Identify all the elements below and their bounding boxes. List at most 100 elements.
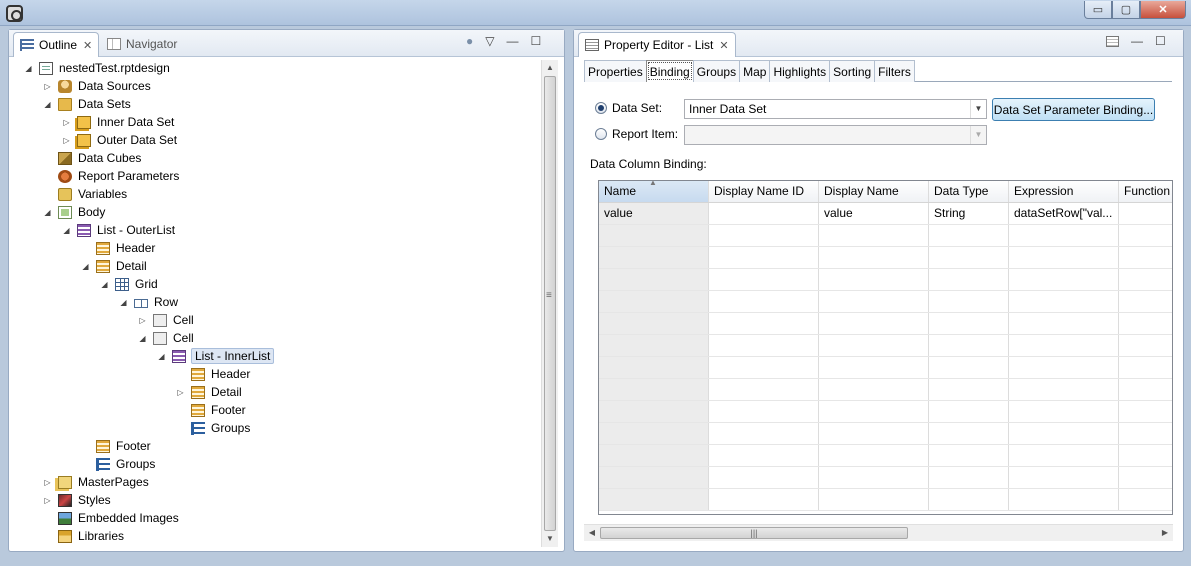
expand-icon[interactable]: ▷ — [42, 82, 53, 91]
tab-properties[interactable]: Properties — [584, 60, 647, 82]
tree-item-data-sources[interactable]: ▷ Data Sources — [42, 77, 152, 95]
column-header-data-type[interactable]: Data Type — [929, 181, 1009, 202]
data-set-option[interactable]: Data Set: — [595, 101, 662, 115]
tree-item-grid[interactable]: ◢ Grid — [99, 275, 159, 293]
tree-item-libraries[interactable]: Libraries — [42, 527, 125, 545]
tree-item-cell[interactable]: ▷ Cell — [137, 311, 195, 329]
tab-sorting[interactable]: Sorting — [829, 60, 876, 82]
band-icon — [191, 367, 205, 381]
column-header-display-name[interactable]: Display Name — [819, 181, 929, 202]
close-outline-tab-icon[interactable]: ✕ — [83, 39, 92, 52]
tree-item-data-cubes[interactable]: Data Cubes — [42, 149, 142, 167]
view-menu-icon[interactable]: ▽ — [485, 34, 494, 48]
tree-item-variables[interactable]: Variables — [42, 185, 128, 203]
expand-icon[interactable]: ▷ — [61, 136, 72, 145]
tab-navigator[interactable]: Navigator — [101, 32, 183, 56]
data-set-radio[interactable] — [595, 102, 607, 114]
cell-name[interactable]: value — [599, 203, 709, 224]
tree-item-detail[interactable]: ◢ Detail — [80, 257, 148, 275]
column-header-display-name-id[interactable]: Display Name ID — [709, 181, 819, 202]
maximize-window-button[interactable]: ▢ — [1112, 1, 1140, 19]
cell-display-name-id[interactable] — [709, 203, 819, 224]
tab-outline[interactable]: Outline ✕ — [13, 32, 100, 57]
collapse-icon[interactable]: ◢ — [118, 298, 129, 307]
tree-item-inner-data-set[interactable]: ▷ Inner Data Set — [61, 113, 175, 131]
outline-vertical-scrollbar[interactable]: ▲ ▼ — [541, 60, 558, 547]
tab-highlights[interactable]: Highlights — [769, 60, 831, 82]
expand-icon[interactable]: ▷ — [42, 496, 53, 505]
tree-item-footer[interactable]: Footer — [175, 401, 247, 419]
collapse-icon[interactable]: ◢ — [42, 208, 53, 217]
report-item-option[interactable]: Report Item: — [595, 127, 678, 141]
minimize-window-button[interactable]: ▭ — [1084, 1, 1112, 19]
table-row[interactable]: value value String dataSetRow["val... — [599, 203, 1172, 225]
table-cell — [709, 247, 819, 268]
tab-binding[interactable]: Binding — [645, 60, 694, 82]
tree-item-row[interactable]: ◢ Row — [118, 293, 179, 311]
tree-item-nestedtest-rptdesign[interactable]: ◢ nestedTest.rptdesign — [23, 59, 171, 77]
minimize-view-icon[interactable]: — — [506, 34, 518, 48]
scrollbar-thumb[interactable] — [544, 76, 556, 531]
tree-item-cell[interactable]: ◢ Cell — [137, 329, 195, 347]
table-cell — [599, 423, 709, 444]
column-header-name[interactable]: ▲ Name — [599, 181, 709, 202]
tree-item-styles[interactable]: ▷ Styles — [42, 491, 112, 509]
tree-item-groups[interactable]: Groups — [175, 419, 251, 437]
scroll-right-icon[interactable]: ▶ — [1157, 525, 1173, 541]
tree-item-report-parameters[interactable]: Report Parameters — [42, 167, 180, 185]
minimize-view-icon[interactable]: — — [1131, 34, 1143, 48]
scroll-left-icon[interactable]: ◀ — [584, 525, 600, 541]
expand-icon[interactable]: ▷ — [61, 118, 72, 127]
close-property-editor-tab-icon[interactable]: ✕ — [719, 39, 728, 52]
cell-function[interactable] — [1119, 203, 1172, 224]
binding-table-horizontal-scrollbar[interactable]: ◀ ||| ▶ — [584, 524, 1173, 541]
close-window-button[interactable]: ✕ — [1140, 1, 1186, 19]
tree-item-header[interactable]: Header — [80, 239, 156, 257]
tree-item-list-innerlist[interactable]: ◢ List - InnerList — [156, 347, 275, 365]
expand-icon[interactable]: ▷ — [42, 478, 53, 487]
data-set-parameter-binding-button[interactable]: Data Set Parameter Binding... — [992, 98, 1155, 121]
filter-icon[interactable]: ● — [466, 34, 473, 48]
tab-filters[interactable]: Filters — [874, 60, 915, 82]
chevron-down-icon[interactable]: ▼ — [970, 100, 986, 118]
collapse-icon[interactable]: ◢ — [99, 280, 110, 289]
collapse-icon[interactable]: ◢ — [137, 334, 148, 343]
column-header-function[interactable]: Function — [1119, 181, 1172, 202]
tree-item-masterpages[interactable]: ▷ MasterPages — [42, 473, 150, 491]
maximize-view-icon[interactable]: ☐ — [530, 34, 541, 48]
collapse-icon[interactable]: ◢ — [23, 64, 34, 73]
collapse-icon[interactable]: ◢ — [80, 262, 91, 271]
cell-expression[interactable]: dataSetRow["val... — [1009, 203, 1119, 224]
expand-icon[interactable]: ▷ — [137, 316, 148, 325]
cell-display-name[interactable]: value — [819, 203, 929, 224]
table-cell — [819, 467, 929, 488]
tree-item-outer-data-set[interactable]: ▷ Outer Data Set — [61, 131, 178, 149]
collapse-icon[interactable]: ◢ — [156, 352, 167, 361]
tree-item-header[interactable]: Header — [175, 365, 251, 383]
tab-groups[interactable]: Groups — [692, 60, 741, 82]
tab-property-editor-label: Property Editor - List — [604, 38, 714, 52]
list-icon — [172, 349, 186, 363]
cell-data-type[interactable]: String — [929, 203, 1009, 224]
expand-icon[interactable]: ▷ — [175, 388, 186, 397]
tree-item-footer[interactable]: Footer — [80, 437, 152, 455]
tree-item-detail[interactable]: ▷ Detail — [175, 383, 243, 401]
app-icon[interactable] — [6, 5, 23, 22]
tab-map[interactable]: Map — [739, 60, 771, 82]
column-header-expression[interactable]: Expression — [1009, 181, 1119, 202]
tree-item-body[interactable]: ◢ Body — [42, 203, 106, 221]
collapse-icon[interactable]: ◢ — [42, 100, 53, 109]
tab-property-editor[interactable]: Property Editor - List ✕ — [578, 32, 736, 57]
scroll-down-icon[interactable]: ▼ — [542, 531, 558, 547]
maximize-view-icon[interactable]: ☐ — [1155, 34, 1166, 48]
tree-item-groups[interactable]: Groups — [80, 455, 156, 473]
collapse-icon[interactable]: ◢ — [61, 226, 72, 235]
tree-item-list-outerlist[interactable]: ◢ List - OuterList — [61, 221, 176, 239]
report-item-radio[interactable] — [595, 128, 607, 140]
data-set-select[interactable]: Inner Data Set ▼ — [684, 99, 987, 119]
scroll-up-icon[interactable]: ▲ — [542, 60, 558, 76]
scrollbar-thumb[interactable]: ||| — [600, 527, 908, 539]
restore-view-icon[interactable] — [1106, 35, 1119, 47]
tree-item-embedded-images[interactable]: Embedded Images — [42, 509, 180, 527]
tree-item-data-sets[interactable]: ◢ Data Sets — [42, 95, 132, 113]
